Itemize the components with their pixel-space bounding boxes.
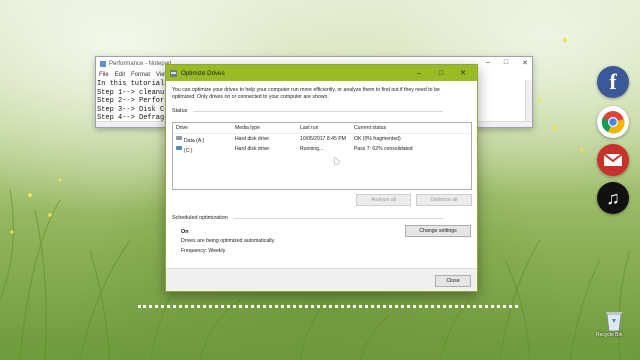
close-icon[interactable]: ✕: [522, 59, 528, 67]
schedule-frequency: Frequency: Weekly: [181, 248, 226, 254]
maximize-icon[interactable]: □: [430, 70, 452, 77]
drive-media-type: Hard disk drive: [235, 146, 269, 152]
dialog-titlebar[interactable]: Optimize Drives – □ ✕: [166, 65, 477, 81]
close-button[interactable]: Close: [435, 275, 471, 287]
drive-last-run: 10/05/2017 8:45 PM: [300, 136, 346, 142]
analyze-all-button[interactable]: Analyze all: [356, 194, 411, 206]
music-icon[interactable]: ♫: [597, 182, 629, 214]
facebook-icon[interactable]: f: [597, 66, 629, 98]
mail-envelope-icon: [603, 153, 623, 166]
system-drive-icon: [176, 145, 182, 150]
drive-last-run: Running...: [300, 146, 324, 152]
drive-icon: [170, 69, 177, 77]
drive-status: OK (0% fragmented): [354, 136, 401, 142]
column-header-drive[interactable]: Drive: [176, 125, 188, 131]
status-label: Status: [172, 108, 188, 115]
close-icon[interactable]: ✕: [452, 69, 474, 77]
recycle-bin-icon[interactable]: [604, 310, 624, 332]
optimize-drives-dialog: Optimize Drives – □ ✕ You can optimize y…: [165, 64, 478, 292]
chrome-logo: [601, 111, 625, 134]
menu-format[interactable]: Format: [131, 72, 150, 78]
divider: [233, 217, 444, 219]
maximize-icon[interactable]: □: [504, 59, 508, 67]
dialog-title: Optimize Drives: [181, 69, 225, 77]
notepad-vertical-scrollbar[interactable]: [525, 80, 532, 121]
menu-file[interactable]: File: [99, 72, 109, 78]
drives-list-header: Drive Media type Last run Current status: [173, 123, 471, 134]
status-section-header: Status: [172, 108, 477, 114]
minimize-icon[interactable]: –: [486, 59, 490, 67]
drive-row[interactable]: Data (A:) Hard disk drive 10/05/2017 8:4…: [173, 134, 471, 144]
drives-list[interactable]: Drive Media type Last run Current status…: [172, 122, 472, 190]
notepad-title: Performance - Notepad: [109, 60, 172, 67]
mouse-cursor-icon: [331, 156, 341, 165]
schedule-state: On: [181, 229, 189, 235]
scheduled-label: Scheduled optimization: [172, 215, 228, 221]
divider: [193, 110, 444, 112]
column-header-last-run[interactable]: Last run: [300, 125, 318, 131]
gmail-icon[interactable]: [597, 144, 629, 176]
intro-text: You can optimize your drives to help you…: [172, 87, 440, 100]
optimize-all-button[interactable]: Optimize all: [416, 194, 472, 206]
drive-status: Pass 7: 62% consolidated: [354, 146, 413, 152]
drive-row[interactable]: (C:) Hard disk drive Running... Pass 7: …: [173, 144, 471, 154]
menu-edit[interactable]: Edit: [115, 72, 125, 78]
schedule-description: Drives are being optimized automatically…: [181, 238, 276, 244]
chrome-icon[interactable]: [597, 106, 629, 138]
notepad-icon: [100, 60, 106, 67]
drive-media-type: Hard disk drive: [235, 136, 269, 142]
drive-name: (C:): [184, 148, 193, 154]
column-header-current-status[interactable]: Current status: [354, 125, 386, 131]
scheduled-section-header: Scheduled optimization: [172, 215, 472, 221]
minimize-icon[interactable]: –: [408, 70, 430, 77]
column-header-media-type[interactable]: Media type: [235, 125, 260, 131]
progress-dots: [138, 305, 518, 308]
recycle-bin-label: Recycle Bin: [596, 332, 623, 338]
hard-drive-icon: [176, 135, 182, 140]
dialog-footer: Close: [166, 268, 477, 291]
change-settings-button[interactable]: Change settings: [405, 225, 471, 237]
